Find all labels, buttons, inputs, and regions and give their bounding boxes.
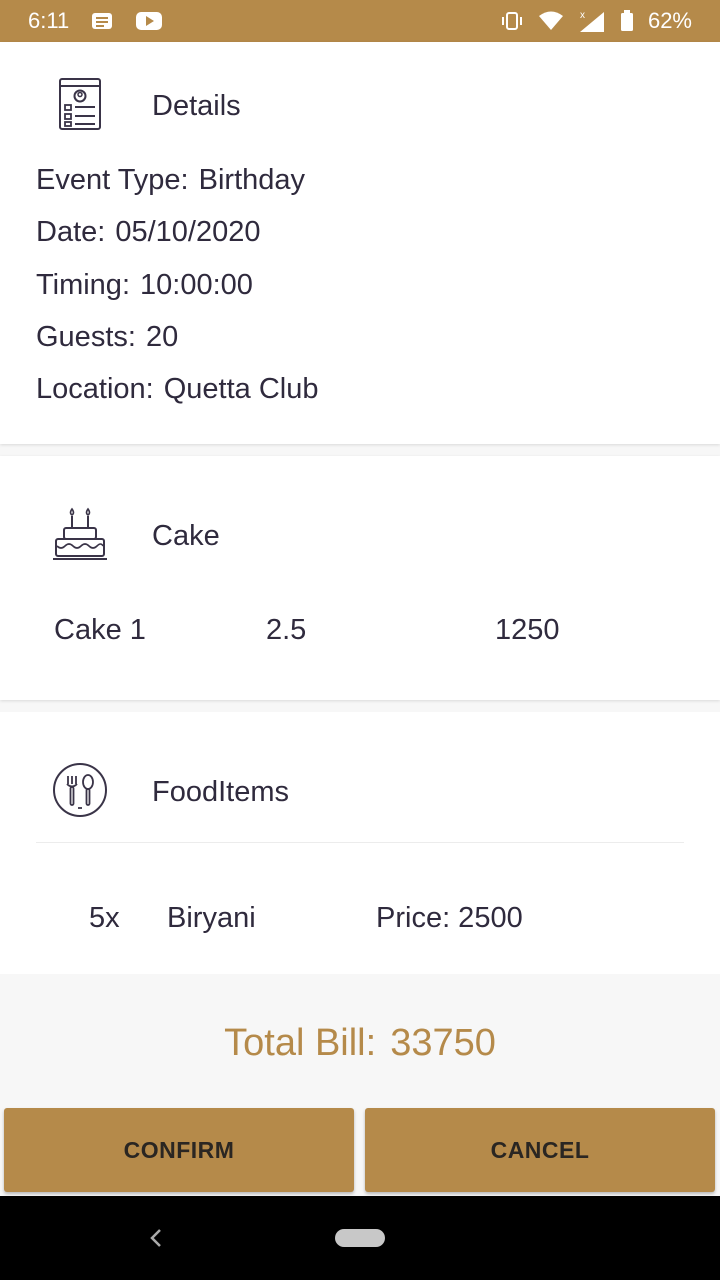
event-type-value: Birthday: [198, 164, 306, 196]
date-label: Date:: [36, 216, 106, 248]
food-qty: 5x: [89, 902, 120, 934]
food-price: Price: 2500: [376, 902, 523, 934]
food-header: FoodItems: [52, 762, 289, 823]
food-card: FoodItems 5x Biryani Price: 2500: [0, 712, 720, 974]
total-value: 33750: [390, 1022, 496, 1064]
food-name: Biryani: [167, 902, 256, 934]
location-label: Location:: [36, 373, 154, 405]
wifi-icon: [538, 11, 564, 31]
timing-label: Timing:: [36, 269, 130, 301]
guests-row: Guests: 20: [36, 321, 178, 354]
timing-value: 10:00:00: [140, 269, 253, 301]
date-row: Date: 05/10/2020: [36, 216, 260, 249]
status-bar: 6:11 x 62%: [0, 0, 720, 42]
cake-card: Cake Cake 1 2.5 1250: [0, 456, 720, 700]
location-value: Quetta Club: [163, 373, 319, 405]
cake-title: Cake: [152, 520, 220, 552]
details-title: Details: [152, 90, 241, 122]
guests-value: 20: [145, 321, 179, 353]
confirm-button[interactable]: CONFIRM: [4, 1108, 354, 1192]
signal-icon: x: [578, 9, 606, 33]
battery-icon: [620, 10, 634, 32]
date-value: 05/10/2020: [115, 216, 261, 248]
cake-header: Cake: [52, 506, 220, 567]
total-label: Total Bill:: [224, 1022, 377, 1064]
battery-percent: 62%: [647, 8, 692, 33]
total-bill: Total Bill: 33750: [0, 1022, 720, 1065]
cutlery-icon: [52, 762, 108, 823]
details-header: Details: [52, 76, 241, 137]
vibrate-icon: [500, 11, 524, 31]
location-row: Location: Quetta Club: [36, 373, 318, 406]
home-icon[interactable]: [335, 1229, 385, 1247]
cake-weight: 2.5: [266, 614, 307, 646]
cancel-button[interactable]: CANCEL: [365, 1108, 715, 1192]
details-card: Details Event Type: Birthday Date: 05/10/2…: [0, 42, 720, 444]
youtube-icon: [135, 11, 163, 31]
event-type-label: Event Type:: [36, 164, 189, 196]
event-type-row: Event Type: Birthday: [36, 164, 305, 197]
guests-label: Guests:: [36, 321, 136, 353]
svg-text:x: x: [580, 10, 585, 21]
food-title: FoodItems: [152, 776, 289, 808]
timing-row: Timing: 10:00:00: [36, 269, 253, 302]
notes-icon: [91, 12, 113, 30]
status-time: 6:11: [28, 8, 70, 33]
back-icon[interactable]: [146, 1226, 166, 1255]
document-icon: [52, 76, 108, 137]
cake-name: Cake 1: [54, 614, 146, 646]
cake-price: 1250: [495, 614, 560, 646]
cake-icon: [52, 506, 108, 567]
food-divider: [36, 842, 684, 843]
navigation-bar: [0, 1196, 720, 1280]
